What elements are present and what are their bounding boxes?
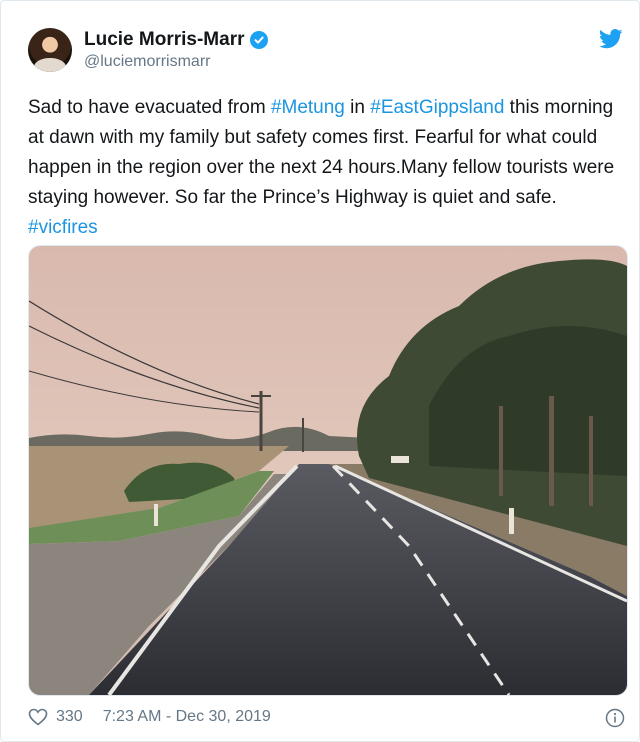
info-icon[interactable] (605, 708, 625, 733)
tweet-photo[interactable] (28, 245, 628, 696)
hashtag-metung[interactable]: #Metung (271, 97, 345, 118)
hashtag-eastgippsland[interactable]: #EastGippsland (370, 97, 504, 118)
tweet-timestamp[interactable]: 7:23 AM - Dec 30, 2019 (103, 708, 271, 726)
tweet-card: Lucie Morris-Marr @luciemorrismarr Sad t… (0, 0, 640, 742)
heart-icon[interactable] (28, 708, 48, 726)
tweet-text: Sad to have evacuated from #Metung in #E… (28, 97, 615, 238)
twitter-bird-icon[interactable] (599, 29, 623, 54)
avatar[interactable] (28, 28, 72, 72)
verified-badge-icon (250, 31, 269, 49)
author-handle[interactable]: @luciemorrismarr (84, 53, 210, 71)
tweet-footer: 330 7:23 AM - Dec 30, 2019 (28, 708, 271, 726)
like-count[interactable]: 330 (56, 708, 83, 726)
author-name[interactable]: Lucie Morris-Marr (84, 29, 244, 51)
hashtag-vicfires[interactable]: #vicfires (28, 217, 98, 238)
author-name-row[interactable]: Lucie Morris-Marr (84, 29, 269, 51)
